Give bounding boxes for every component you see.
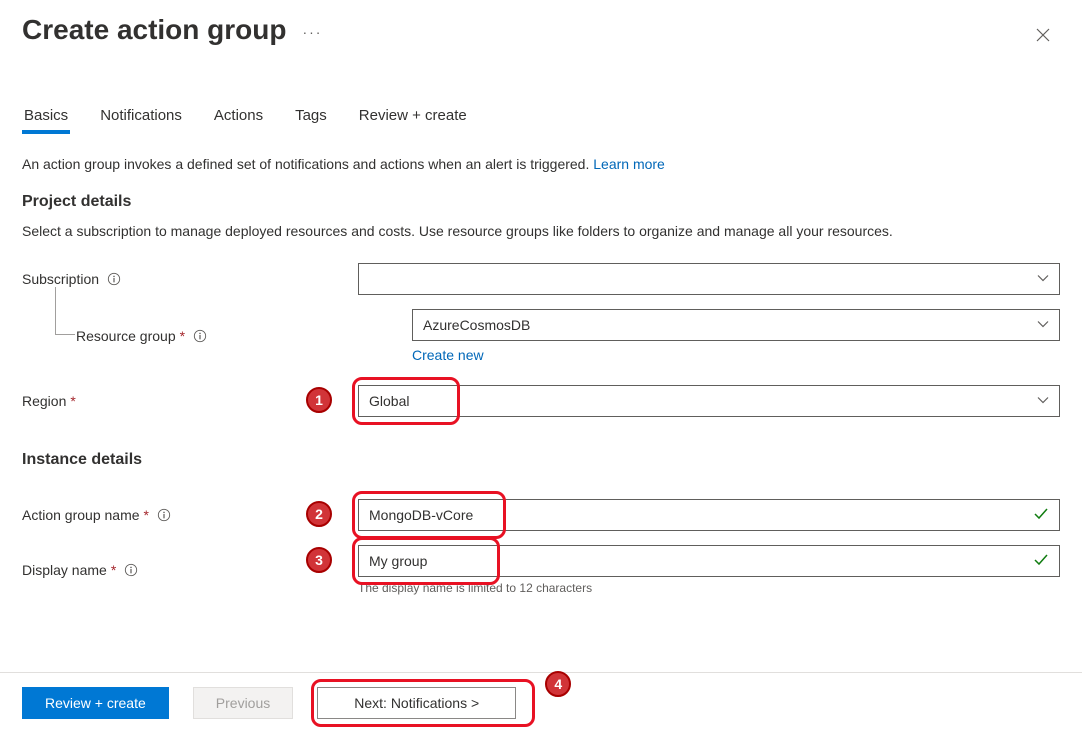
display-name-row: Display name * My group The display name… — [22, 545, 1060, 595]
info-icon[interactable] — [193, 329, 207, 343]
tree-connector — [55, 287, 75, 335]
page-title: Create action group — [22, 14, 286, 46]
next-notifications-button[interactable]: Next: Notifications > — [317, 687, 516, 719]
action-group-name-label: Action group name — [22, 507, 140, 523]
close-button[interactable] — [1026, 22, 1060, 53]
info-icon[interactable] — [107, 272, 121, 286]
instance-details-heading: Instance details — [22, 451, 1060, 469]
resource-group-row: Resource group * AzureCosmosDB Create ne… — [22, 309, 1060, 363]
display-name-input[interactable]: My group — [358, 545, 1060, 577]
subscription-dropdown[interactable] — [358, 263, 1060, 295]
region-value: Global — [369, 393, 409, 409]
review-create-button[interactable]: Review + create — [22, 687, 169, 719]
check-icon — [1033, 552, 1049, 571]
tab-notifications[interactable]: Notifications — [98, 107, 184, 134]
tab-bar: Basics Notifications Actions Tags Review… — [0, 107, 1082, 134]
subscription-row: Subscription — [22, 263, 1060, 295]
display-name-value: My group — [369, 553, 427, 569]
tab-tags[interactable]: Tags — [293, 107, 329, 134]
region-row: Region * Global 1 — [22, 385, 1060, 417]
action-group-name-value: MongoDB-vCore — [369, 507, 473, 523]
chevron-down-icon — [1037, 317, 1049, 333]
display-name-helper: The display name is limited to 12 charac… — [358, 581, 1060, 595]
resource-group-label: Resource group — [76, 328, 176, 344]
close-icon — [1036, 28, 1050, 42]
chevron-down-icon — [1037, 271, 1049, 287]
description-text: An action group invokes a defined set of… — [22, 156, 589, 172]
project-details-heading: Project details — [22, 193, 1060, 211]
required-indicator: * — [111, 562, 116, 578]
annotation-callout-4: 4 — [545, 671, 571, 697]
action-group-name-row: Action group name * MongoDB-vCore 2 — [22, 499, 1060, 531]
info-icon[interactable] — [124, 563, 138, 577]
region-dropdown[interactable]: Global — [358, 385, 1060, 417]
learn-more-link[interactable]: Learn more — [593, 156, 665, 172]
check-icon — [1033, 506, 1049, 525]
info-icon[interactable] — [157, 508, 171, 522]
display-name-label: Display name — [22, 562, 107, 578]
project-details-description: Select a subscription to manage deployed… — [22, 223, 1060, 239]
tab-review-create[interactable]: Review + create — [357, 107, 469, 134]
tab-basics[interactable]: Basics — [22, 107, 70, 134]
create-new-link[interactable]: Create new — [412, 347, 484, 363]
subscription-label: Subscription — [22, 271, 99, 287]
action-group-name-input[interactable]: MongoDB-vCore — [358, 499, 1060, 531]
resource-group-value: AzureCosmosDB — [423, 317, 530, 333]
page-description: An action group invokes a defined set of… — [22, 154, 1060, 175]
required-indicator: * — [144, 507, 149, 523]
region-label: Region — [22, 393, 66, 409]
more-options-button[interactable]: ··· — [302, 20, 322, 40]
required-indicator: * — [70, 393, 75, 409]
footer-bar: Review + create Previous Next: Notificat… — [0, 672, 1082, 732]
required-indicator: * — [180, 328, 185, 344]
tab-actions[interactable]: Actions — [212, 107, 265, 134]
resource-group-dropdown[interactable]: AzureCosmosDB — [412, 309, 1060, 341]
main-content: An action group invokes a defined set of… — [0, 134, 1082, 697]
chevron-down-icon — [1037, 393, 1049, 409]
previous-button: Previous — [193, 687, 293, 719]
